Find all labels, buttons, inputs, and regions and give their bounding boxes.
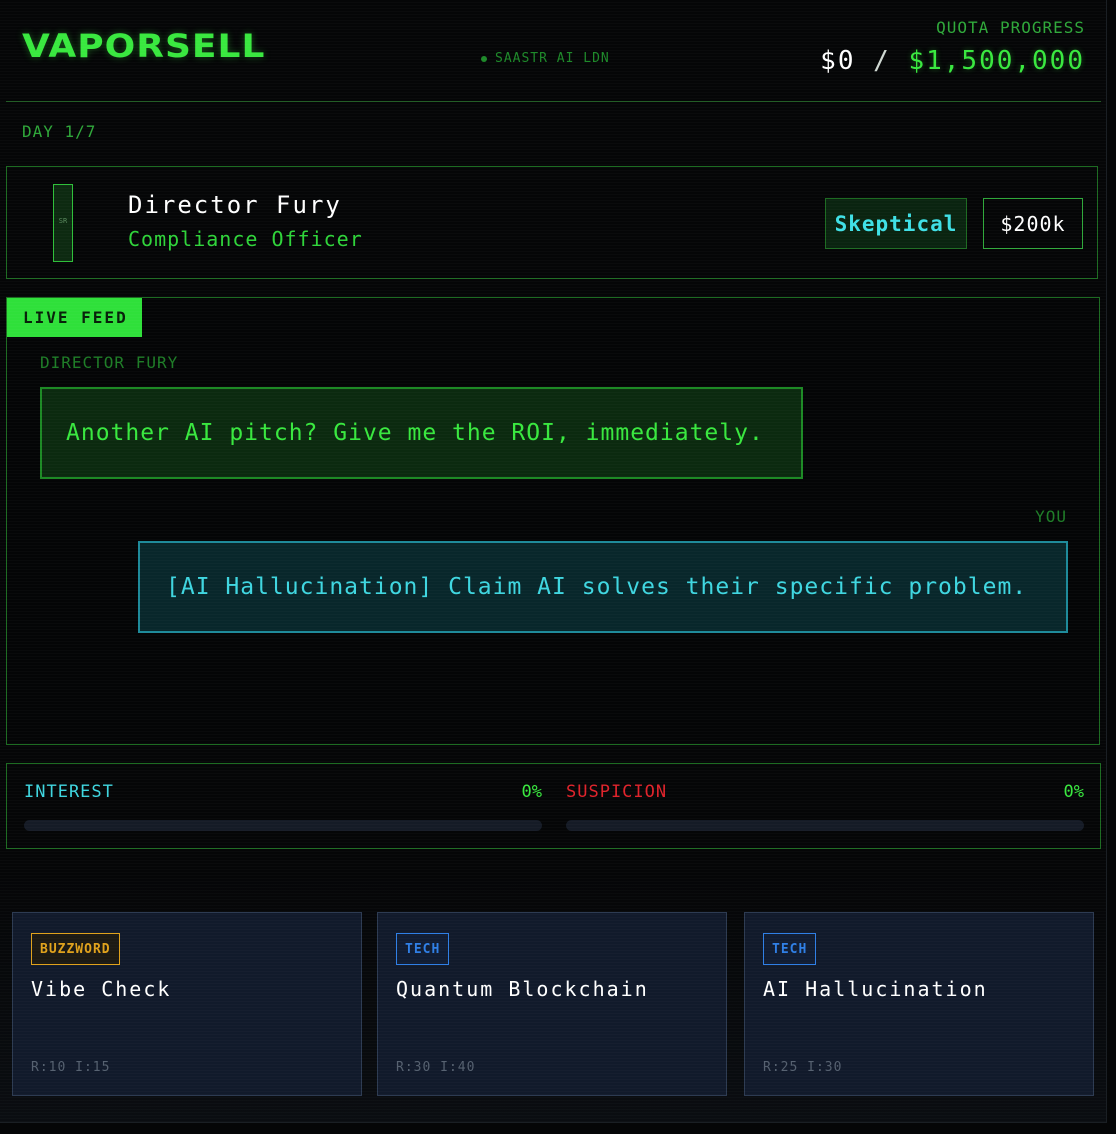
- day-counter: DAY 1/7: [22, 122, 97, 141]
- deal-value-badge: $200k: [983, 198, 1083, 249]
- meter-track: [24, 820, 542, 831]
- suspicion-meter: SUSPICION 0%: [566, 782, 1084, 832]
- mood-badge: Skeptical: [825, 198, 967, 249]
- quota-current: $0: [820, 46, 856, 76]
- live-feed-tag: LIVE FEED: [7, 298, 142, 337]
- card-type-badge: TECH: [396, 933, 450, 965]
- header: VAPORSELL SAASTR AI LDN QUOTA PROGRESS $…: [6, 0, 1101, 102]
- prospect-message-bubble: Another AI pitch? Give me the ROI, immed…: [40, 387, 803, 479]
- quota-goal: $1,500,000: [908, 46, 1085, 76]
- card-title: AI Hallucination: [763, 977, 988, 1001]
- card-stats: R:25 I:30: [763, 1060, 843, 1075]
- app-logo: VAPORSELL: [22, 28, 266, 65]
- card-type-badge: TECH: [763, 933, 817, 965]
- card-title: Vibe Check: [31, 977, 172, 1001]
- live-feed-panel[interactable]: LIVE FEED DIRECTOR FURY Another AI pitch…: [6, 297, 1100, 745]
- game-window: VAPORSELL SAASTR AI LDN QUOTA PROGRESS $…: [0, 0, 1107, 1123]
- meter-label: INTEREST: [24, 782, 114, 802]
- meter-track: [566, 820, 1084, 831]
- card-type-badge: BUZZWORD: [31, 933, 120, 965]
- interest-meter: INTEREST 0%: [24, 782, 542, 832]
- meter-value: 0%: [521, 782, 542, 802]
- event-label: SAASTR AI LDN: [495, 51, 610, 66]
- prospect-card: SR Director Fury Compliance Officer Skep…: [6, 166, 1098, 279]
- message-speaker: YOU: [1035, 507, 1067, 526]
- avatar: SR: [53, 184, 73, 262]
- status-dot-icon: [481, 55, 487, 62]
- pitch-card-vibe-check[interactable]: BUZZWORD Vibe Check R:10 I:15: [12, 912, 362, 1096]
- meters-panel: INTEREST 0% SUSPICION 0%: [6, 763, 1101, 849]
- card-stats: R:10 I:15: [31, 1060, 111, 1075]
- pitch-card-ai-hallucination[interactable]: TECH AI Hallucination R:25 I:30: [744, 912, 1094, 1096]
- quota-label: QUOTA PROGRESS: [936, 18, 1085, 37]
- card-stats: R:30 I:40: [396, 1060, 476, 1075]
- avatar-initials: SR: [58, 217, 68, 225]
- card-title: Quantum Blockchain: [396, 977, 649, 1001]
- quota-separator: /: [873, 46, 891, 76]
- meter-value: 0%: [1063, 782, 1084, 802]
- meter-label: SUSPICION: [566, 782, 668, 802]
- message-speaker: DIRECTOR FURY: [40, 353, 179, 372]
- prospect-role: Compliance Officer: [128, 227, 363, 251]
- prospect-name: Director Fury: [128, 191, 342, 219]
- quota-progress: $0 / $1,500,000: [820, 46, 1085, 76]
- player-message-bubble: [AI Hallucination] Claim AI solves their…: [138, 541, 1068, 633]
- pitch-card-quantum-blockchain[interactable]: TECH Quantum Blockchain R:30 I:40: [377, 912, 727, 1096]
- event-indicator: SAASTR AI LDN: [481, 51, 610, 66]
